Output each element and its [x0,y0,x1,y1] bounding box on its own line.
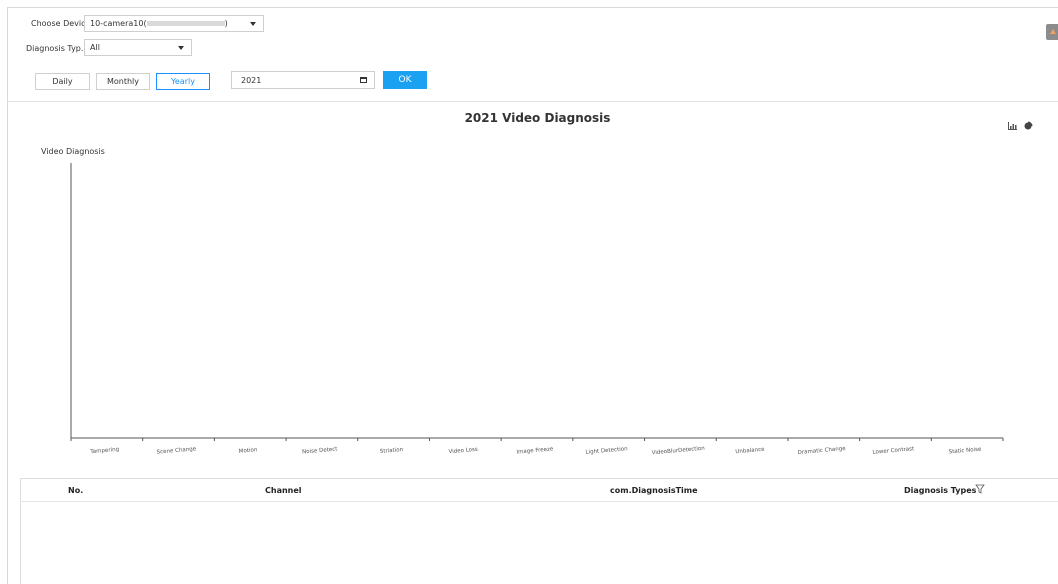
column-diagnosis-time: com.DiagnosisTime [610,486,698,495]
filter-icon[interactable] [975,484,985,494]
x-tick-label: Scene Change [156,446,197,455]
x-tick-label: Striation [380,447,404,455]
table-header: No. Channel com.DiagnosisTime Diagnosis … [21,479,1058,502]
column-diagnosis-types: Diagnosis Types [904,486,977,495]
x-tick-label: Static Noise [949,447,983,456]
x-tick-label: Unbalance [735,447,765,456]
results-table: No. Channel com.DiagnosisTime Diagnosis … [20,478,1058,584]
chart-plot: Tampering Scene Change Motion Noise Detect S… [70,163,1004,457]
x-tick-label: Video Loss [448,447,478,456]
column-no: No. [68,486,84,495]
x-tick-label: VideoBlurDetection [652,446,706,457]
x-tick-label: Noise Detect [302,446,339,455]
x-tick-label: Image Freeze [516,446,554,455]
x-tick-label: Dramatic Change [797,446,846,456]
x-tick-label: Light Detection [585,446,628,456]
x-tick-label: Tampering [89,447,119,456]
column-channel: Channel [265,486,302,495]
x-tick-label: Lower Contrast [872,446,915,456]
x-tick-label: Motion [239,447,259,455]
